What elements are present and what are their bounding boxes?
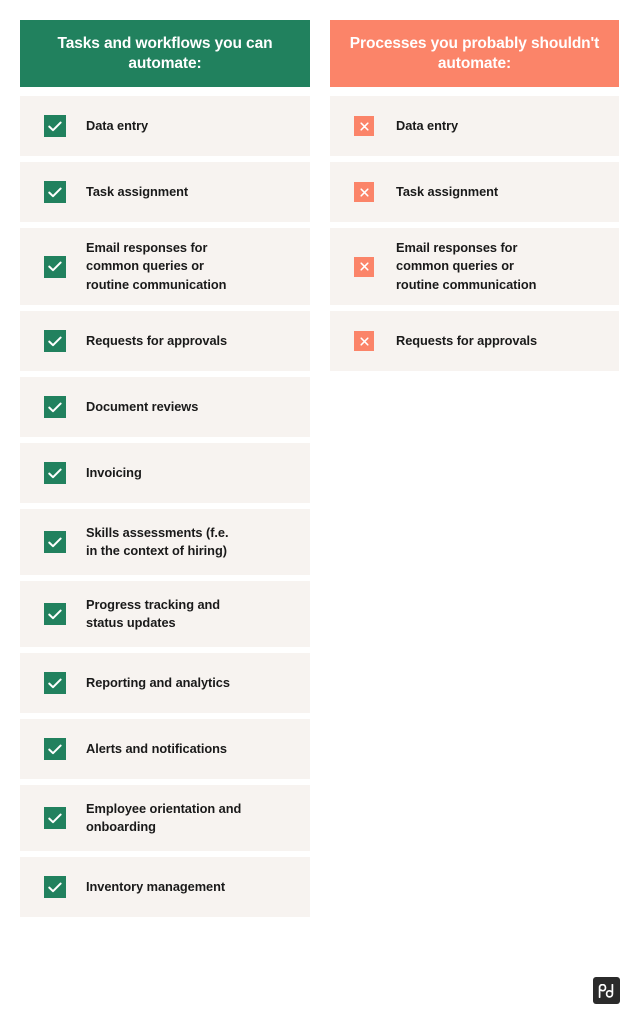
row-label: Alerts and notifications: [86, 740, 228, 756]
check-icon: [44, 876, 66, 898]
table-row: Data entry: [20, 96, 310, 156]
cross-icon: [354, 116, 374, 136]
column-header-can-automate: Tasks and workflows you can automate:: [20, 20, 310, 87]
column-should-not-automate: Processes you probably shouldn't automat…: [330, 20, 619, 371]
table-row: Email responses for common queries or ro…: [330, 228, 619, 305]
comparison-board: Tasks and workflows you can automate: Da…: [20, 20, 619, 917]
cross-icon: [354, 331, 374, 351]
table-row: Requests for approvals: [330, 311, 619, 371]
check-icon: [44, 255, 66, 278]
cross-icon: [354, 182, 374, 202]
table-row: Data entry: [330, 96, 619, 156]
row-label: Progress tracking and status updates: [86, 596, 221, 630]
table-row: Invoicing: [20, 443, 310, 503]
pd-logo: [593, 977, 620, 1004]
row-label: Skills assessments (f.e. in the context …: [86, 524, 229, 558]
table-row: Progress tracking and status updates: [20, 581, 310, 647]
table-row: Alerts and notifications: [20, 719, 310, 779]
check-icon: [44, 181, 66, 203]
row-label: Requests for approvals: [396, 332, 538, 348]
row-list-can-automate: Data entry Task assignment Email responses…: [20, 96, 310, 917]
row-label: Requests for approvals: [86, 332, 228, 348]
row-list-should-not-automate: Data entry Task assignment Email responses…: [330, 96, 619, 371]
row-label: Invoicing: [86, 464, 142, 480]
check-icon: [44, 738, 66, 760]
check-icon: [44, 462, 66, 484]
table-row: Task assignment: [20, 162, 310, 222]
row-label: Task assignment: [86, 183, 189, 199]
table-row: Requests for approvals: [20, 311, 310, 371]
cross-icon: [354, 256, 374, 277]
table-row: Email responses for common queries or ro…: [20, 228, 310, 305]
row-label: Data entry: [86, 117, 149, 133]
row-label: Employee orientation and onboarding: [86, 800, 242, 834]
row-label: Email responses for common queries or ro…: [396, 240, 537, 292]
row-label: Email responses for common queries or ro…: [86, 240, 227, 292]
row-label: Reporting and analytics: [86, 674, 230, 690]
check-icon: [44, 603, 66, 625]
row-label: Task assignment: [396, 183, 499, 199]
row-label: Inventory management: [86, 878, 226, 894]
check-icon: [44, 672, 66, 694]
table-row: Employee orientation and onboarding: [20, 785, 310, 851]
check-icon: [44, 531, 66, 553]
table-row: Task assignment: [330, 162, 619, 222]
table-row: Skills assessments (f.e. in the context …: [20, 509, 310, 575]
table-row: Document reviews: [20, 377, 310, 437]
check-icon: [44, 807, 66, 829]
table-row: Inventory management: [20, 857, 310, 917]
check-icon: [44, 396, 66, 418]
column-can-automate: Tasks and workflows you can automate: Da…: [20, 20, 310, 917]
check-icon: [44, 330, 66, 352]
check-icon: [44, 115, 66, 137]
table-row: Reporting and analytics: [20, 653, 310, 713]
row-label: Data entry: [396, 117, 459, 133]
column-header-should-not-automate: Processes you probably shouldn't automat…: [330, 20, 619, 87]
row-label: Document reviews: [86, 398, 199, 414]
